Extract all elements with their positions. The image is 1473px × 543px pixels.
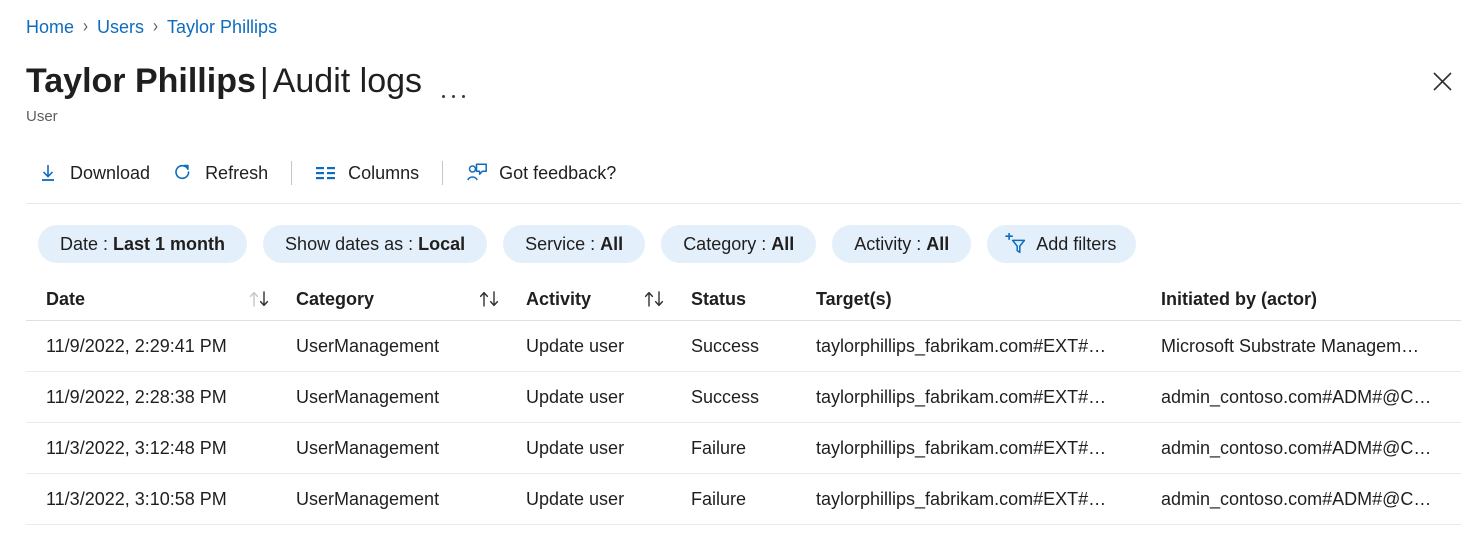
column-header-activity[interactable]: Activity bbox=[526, 288, 691, 310]
breadcrumb-separator-icon: › bbox=[153, 13, 158, 41]
table-row[interactable]: 11/9/2022, 2:29:41 PM UserManagement Upd… bbox=[26, 321, 1461, 372]
breadcrumb-item-users[interactable]: Users bbox=[97, 16, 144, 38]
cell-date: 11/9/2022, 2:28:38 PM bbox=[26, 386, 296, 408]
add-filters-button[interactable]: Add filters bbox=[987, 225, 1136, 263]
breadcrumb-item-taylor-phillips[interactable]: Taylor Phillips bbox=[167, 16, 277, 38]
column-header-label: Initiated by (actor) bbox=[1161, 288, 1317, 310]
filter-pill-service[interactable]: Service : All bbox=[503, 225, 645, 263]
cell-date: 11/3/2022, 3:12:48 PM bbox=[26, 437, 296, 459]
filter-pill-value: Last 1 month bbox=[113, 233, 225, 255]
column-header-label: Target(s) bbox=[816, 288, 892, 310]
filter-pill-value: All bbox=[926, 233, 949, 255]
cell-status: Failure bbox=[691, 437, 816, 459]
download-button[interactable]: Download bbox=[26, 152, 161, 194]
table-row[interactable]: 11/3/2022, 3:10:58 PM UserManagement Upd… bbox=[26, 474, 1461, 525]
got-feedback-label: Got feedback? bbox=[499, 162, 616, 184]
close-button[interactable] bbox=[1423, 62, 1461, 100]
page-title-primary: Taylor Phillips bbox=[26, 62, 256, 100]
audit-logs-table: Date Category Activity bbox=[26, 278, 1461, 525]
cell-actor: admin_contoso.com#ADM#@C… bbox=[1161, 488, 1461, 510]
filter-pill-label: Show dates as : bbox=[285, 233, 413, 255]
table-row[interactable]: 11/3/2022, 3:12:48 PM UserManagement Upd… bbox=[26, 423, 1461, 474]
sort-icon-date[interactable] bbox=[248, 290, 288, 308]
column-header-label: Category bbox=[296, 288, 374, 310]
cell-activity: Update user bbox=[526, 335, 691, 357]
download-label: Download bbox=[70, 162, 150, 184]
filter-pill-label: Date : bbox=[60, 233, 108, 255]
cell-date: 11/9/2022, 2:29:41 PM bbox=[26, 335, 296, 357]
cell-status: Success bbox=[691, 335, 816, 357]
breadcrumb-separator-icon: › bbox=[83, 13, 88, 41]
cell-activity: Update user bbox=[526, 488, 691, 510]
toolbar-separator bbox=[291, 161, 292, 185]
breadcrumb-item-home[interactable]: Home bbox=[26, 16, 74, 38]
cell-date: 11/3/2022, 3:10:58 PM bbox=[26, 488, 296, 510]
page-title-divider: | bbox=[256, 62, 273, 100]
column-header-date[interactable]: Date bbox=[26, 288, 296, 310]
column-header-label: Activity bbox=[526, 288, 591, 310]
cell-category: UserManagement bbox=[296, 437, 526, 459]
cell-status: Success bbox=[691, 386, 816, 408]
filter-pill-label: Service : bbox=[525, 233, 595, 255]
cell-target: taylorphillips_fabrikam.com#EXT#… bbox=[816, 335, 1161, 357]
cell-status: Failure bbox=[691, 488, 816, 510]
page-title: Taylor Phillips|Audit logs bbox=[26, 59, 422, 103]
filter-pill-activity[interactable]: Activity : All bbox=[832, 225, 971, 263]
dot bbox=[462, 95, 465, 98]
cell-actor: admin_contoso.com#ADM#@C… bbox=[1161, 437, 1461, 459]
columns-button[interactable]: Columns bbox=[304, 152, 430, 194]
sort-icon-activity[interactable] bbox=[643, 290, 683, 308]
download-icon bbox=[37, 162, 59, 184]
columns-label: Columns bbox=[348, 162, 419, 184]
cell-actor: admin_contoso.com#ADM#@C… bbox=[1161, 386, 1461, 408]
cell-category: UserManagement bbox=[296, 386, 526, 408]
refresh-label: Refresh bbox=[205, 162, 268, 184]
filter-pill-category[interactable]: Category : All bbox=[661, 225, 816, 263]
column-header-targets[interactable]: Target(s) bbox=[816, 288, 1161, 310]
column-header-category[interactable]: Category bbox=[296, 288, 526, 310]
page-subtitle: User bbox=[26, 107, 58, 127]
page-title-row: Taylor Phillips|Audit logs bbox=[26, 54, 472, 108]
toolbar-separator bbox=[442, 161, 443, 185]
toolbar-divider bbox=[26, 203, 1461, 204]
page-title-secondary: Audit logs bbox=[273, 62, 422, 100]
command-bar: Download Refresh Columns bbox=[26, 152, 627, 194]
add-filters-label: Add filters bbox=[1036, 233, 1116, 255]
cell-activity: Update user bbox=[526, 386, 691, 408]
feedback-person-icon bbox=[466, 162, 488, 184]
column-header-status[interactable]: Status bbox=[691, 288, 816, 310]
breadcrumb: Home › Users › Taylor Phillips bbox=[26, 16, 277, 38]
filter-pill-label: Category : bbox=[683, 233, 766, 255]
filter-pill-value: All bbox=[771, 233, 794, 255]
filter-pill-label: Activity : bbox=[854, 233, 921, 255]
cell-actor: Microsoft Substrate Managem… bbox=[1161, 335, 1461, 357]
more-options-icon[interactable] bbox=[442, 54, 472, 108]
columns-icon bbox=[315, 162, 337, 184]
close-icon bbox=[1433, 72, 1452, 91]
refresh-button[interactable]: Refresh bbox=[161, 152, 279, 194]
column-header-initiated-by[interactable]: Initiated by (actor) bbox=[1161, 288, 1461, 310]
sort-icon-category[interactable] bbox=[478, 290, 518, 308]
cell-target: taylorphillips_fabrikam.com#EXT#… bbox=[816, 437, 1161, 459]
column-header-label: Date bbox=[46, 288, 85, 310]
filter-bar: Date : Last 1 month Show dates as : Loca… bbox=[38, 225, 1152, 263]
table-row[interactable]: 11/9/2022, 2:28:38 PM UserManagement Upd… bbox=[26, 372, 1461, 423]
cell-target: taylorphillips_fabrikam.com#EXT#… bbox=[816, 386, 1161, 408]
dot bbox=[442, 95, 445, 98]
dot bbox=[452, 95, 455, 98]
filter-pill-show-dates-as[interactable]: Show dates as : Local bbox=[263, 225, 487, 263]
refresh-icon bbox=[172, 162, 194, 184]
add-filter-funnel-icon bbox=[1003, 233, 1027, 255]
cell-category: UserManagement bbox=[296, 335, 526, 357]
cell-category: UserManagement bbox=[296, 488, 526, 510]
table-header-row: Date Category Activity bbox=[26, 278, 1461, 321]
filter-pill-value: All bbox=[600, 233, 623, 255]
column-header-label: Status bbox=[691, 288, 746, 310]
got-feedback-button[interactable]: Got feedback? bbox=[455, 152, 627, 194]
cell-activity: Update user bbox=[526, 437, 691, 459]
filter-pill-value: Local bbox=[418, 233, 465, 255]
filter-pill-date[interactable]: Date : Last 1 month bbox=[38, 225, 247, 263]
cell-target: taylorphillips_fabrikam.com#EXT#… bbox=[816, 488, 1161, 510]
